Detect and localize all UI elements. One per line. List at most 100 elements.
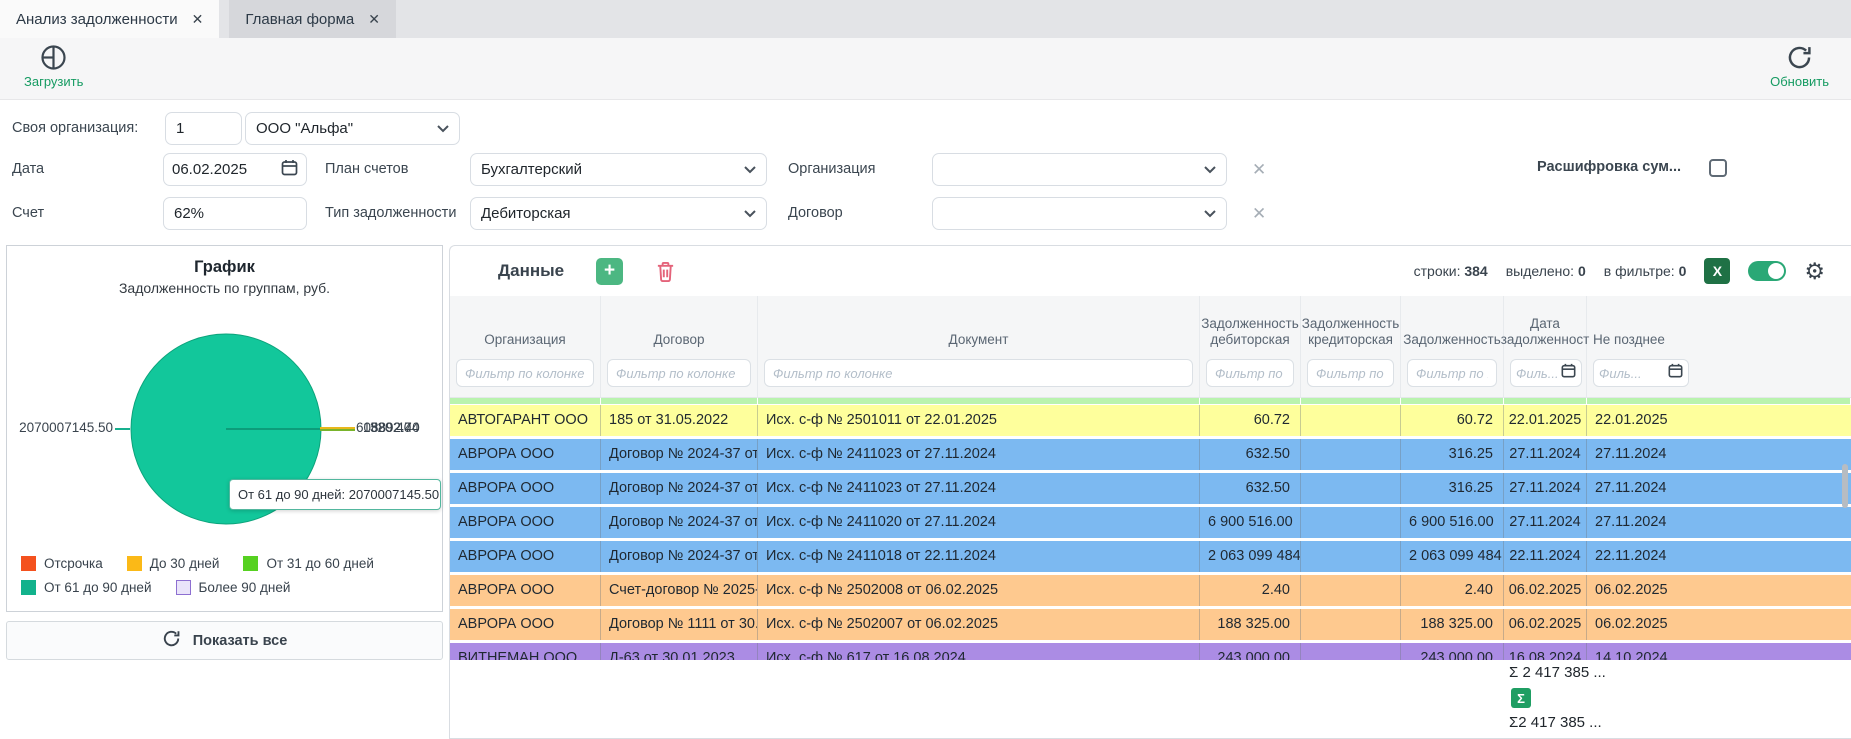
cell-credit[interactable] <box>1301 405 1401 436</box>
cell-organization[interactable]: АВРОРА ООО <box>450 473 601 504</box>
cell-document[interactable]: Исх. с-ф № 2411023 от 27.11.2024 <box>758 439 1200 470</box>
table-row[interactable]: АВРОРА ООО Договор № 2024-37 от 2... Исх… <box>450 473 1851 504</box>
column-filter-input[interactable] <box>1516 366 1558 381</box>
cell-document[interactable]: Исх. с-ф № 2502007 от 06.02.2025 <box>758 609 1200 640</box>
cell-organization[interactable]: ВИТНЕМАН ООО <box>450 643 601 660</box>
cell-document[interactable]: Исх. с-ф № 2411020 от 27.11.2024 <box>758 507 1200 538</box>
sigma-icon[interactable]: Σ <box>1511 688 1531 708</box>
cell-credit[interactable] <box>1301 507 1401 538</box>
cell-document[interactable]: Исх. с-ф № 2502008 от 06.02.2025 <box>758 575 1200 606</box>
gear-icon[interactable]: ⚙ <box>1804 260 1825 283</box>
cell-debt-date[interactable]: 22.11.2024 <box>1504 541 1587 572</box>
cell-contract[interactable]: Д-63 от 30.01.2023 <box>601 643 758 660</box>
cell-document[interactable]: Исх. с-ф № 2501011 от 22.01.2025 <box>758 405 1200 436</box>
account-input[interactable] <box>163 197 307 230</box>
show-all-button[interactable]: Показать все <box>6 621 443 660</box>
cell-organization[interactable]: АВТОГАРАНТ ООО <box>450 405 601 436</box>
cell-debit[interactable]: 632.50 <box>1200 439 1301 470</box>
column-filter-input[interactable] <box>1206 359 1294 387</box>
cell-organization[interactable]: АВРОРА ООО <box>450 609 601 640</box>
cell-debt-date[interactable]: 27.11.2024 <box>1504 507 1587 538</box>
cell-debt[interactable]: 316.25 <box>1401 473 1504 504</box>
cell-due-date[interactable]: 06.02.2025 <box>1587 609 1851 640</box>
table-row[interactable]: АВТОГАРАНТ ООО 185 от 31.05.2022 Исх. с-… <box>450 405 1851 436</box>
cell-credit[interactable] <box>1301 541 1401 572</box>
own-org-code-input[interactable] <box>165 112 242 145</box>
chart-of-accounts-select[interactable]: Бухгалтерский <box>470 153 767 186</box>
column-filter-input[interactable] <box>1599 366 1665 381</box>
cell-debt[interactable]: 243 000.00 <box>1401 643 1504 660</box>
table-row[interactable]: АВРОРА ООО Договор № 2024-37 от 2... Исх… <box>450 507 1851 538</box>
cell-document[interactable]: Исх. с-ф № 2411018 от 22.11.2024 <box>758 541 1200 572</box>
add-row-button[interactable]: + <box>596 258 623 285</box>
cell-document[interactable]: Исх. с-ф № 2411023 от 27.11.2024 <box>758 473 1200 504</box>
tab-main-form[interactable]: Главная форма ✕ <box>229 0 396 38</box>
cell-debt[interactable]: 316.25 <box>1401 439 1504 470</box>
color-toggle[interactable] <box>1748 261 1786 281</box>
column-header[interactable]: Договор <box>601 296 758 353</box>
cell-debit[interactable]: 243 000.00 <box>1200 643 1301 660</box>
cell-debt-date[interactable]: 16.08.2024 <box>1504 643 1587 660</box>
column-header[interactable]: Дата задолженност <box>1504 296 1587 353</box>
organization-select[interactable] <box>932 153 1227 186</box>
column-filter-input[interactable] <box>456 359 594 387</box>
table-row[interactable]: ВИТНЕМАН ООО Д-63 от 30.01.2023 Исх. с-ф… <box>450 643 1851 660</box>
table-row[interactable]: АВРОРА ООО Договор № 2024-37 от 2... Исх… <box>450 541 1851 572</box>
date-filter-field[interactable] <box>1593 359 1689 387</box>
calendar-icon[interactable] <box>281 159 298 181</box>
own-org-select[interactable]: ООО "Альфа" <box>245 112 460 145</box>
close-icon[interactable]: ✕ <box>192 11 204 28</box>
cell-debit[interactable]: 60.72 <box>1200 405 1301 436</box>
tab-debt-analysis[interactable]: Анализ задолженности ✕ <box>0 0 219 38</box>
cell-due-date[interactable]: 27.11.2024 <box>1587 439 1851 470</box>
cell-debit[interactable]: 188 325.00 <box>1200 609 1301 640</box>
cell-debt-date[interactable]: 22.01.2025 <box>1504 405 1587 436</box>
vertical-scrollbar[interactable] <box>1842 464 1848 508</box>
cell-credit[interactable] <box>1301 643 1401 660</box>
table-row[interactable]: АВРОРА ООО Договор № 1111 от 30.1... Исх… <box>450 609 1851 640</box>
cell-debt-date[interactable]: 27.11.2024 <box>1504 439 1587 470</box>
excel-export-button[interactable]: X <box>1704 258 1730 284</box>
cell-debit[interactable]: 632.50 <box>1200 473 1301 504</box>
cell-contract[interactable]: 185 от 31.05.2022 <box>601 405 758 436</box>
cell-due-date[interactable]: 27.11.2024 <box>1587 507 1851 538</box>
cell-debit[interactable]: 2 063 099 484... <box>1200 541 1301 572</box>
cell-document[interactable]: Исх. с-ф № 617 от 16.08.2024 <box>758 643 1200 660</box>
column-header[interactable]: Документ <box>758 296 1200 353</box>
date-field[interactable] <box>163 153 307 186</box>
cell-debt[interactable]: 6 900 516.00 <box>1401 507 1504 538</box>
table-row[interactable]: АВРОРА ООО Договор № 2024-37 от 2... Исх… <box>450 439 1851 470</box>
cell-organization[interactable]: АВРОРА ООО <box>450 541 601 572</box>
close-icon[interactable]: ✕ <box>368 11 380 28</box>
cell-credit[interactable] <box>1301 575 1401 606</box>
cell-contract[interactable]: Счет-договор № 2025-1 ... <box>601 575 758 606</box>
cell-contract[interactable]: Договор № 1111 от 30.1... <box>601 609 758 640</box>
refresh-button[interactable]: Обновить <box>1770 44 1829 89</box>
cell-due-date[interactable]: 06.02.2025 <box>1587 575 1851 606</box>
cell-due-date[interactable]: 27.11.2024 <box>1587 473 1851 504</box>
cell-due-date[interactable]: 22.11.2024 <box>1587 541 1851 572</box>
cell-debt-date[interactable]: 06.02.2025 <box>1504 609 1587 640</box>
cell-credit[interactable] <box>1301 473 1401 504</box>
column-header[interactable]: Задолженность кредиторская <box>1301 296 1401 353</box>
cell-organization[interactable]: АВРОРА ООО <box>450 575 601 606</box>
delete-row-button[interactable] <box>655 260 676 283</box>
cell-debt[interactable]: 188 325.00 <box>1401 609 1504 640</box>
cell-contract[interactable]: Договор № 2024-37 от 2... <box>601 473 758 504</box>
cell-debt-date[interactable]: 06.02.2025 <box>1504 575 1587 606</box>
clear-organization-icon[interactable]: ✕ <box>1252 153 1266 186</box>
column-header[interactable]: Не позднее <box>1587 296 1851 353</box>
debt-type-select[interactable]: Дебиторская <box>470 197 767 230</box>
cell-due-date[interactable]: 22.01.2025 <box>1587 405 1851 436</box>
table-row[interactable]: АВРОРА ООО Счет-договор № 2025-1 ... Исх… <box>450 575 1851 606</box>
amount-breakdown-checkbox[interactable] <box>1709 159 1727 177</box>
cell-debt-date[interactable]: 27.11.2024 <box>1504 473 1587 504</box>
cell-debit[interactable]: 6 900 516.00 <box>1200 507 1301 538</box>
column-filter-input[interactable] <box>607 359 751 387</box>
column-filter-input[interactable] <box>1407 359 1497 387</box>
cell-due-date[interactable]: 14.10.2024 <box>1587 643 1851 660</box>
cell-debt[interactable]: 60.72 <box>1401 405 1504 436</box>
cell-debt[interactable]: 2.40 <box>1401 575 1504 606</box>
cell-debit[interactable]: 2.40 <box>1200 575 1301 606</box>
column-filter-input[interactable] <box>764 359 1193 387</box>
